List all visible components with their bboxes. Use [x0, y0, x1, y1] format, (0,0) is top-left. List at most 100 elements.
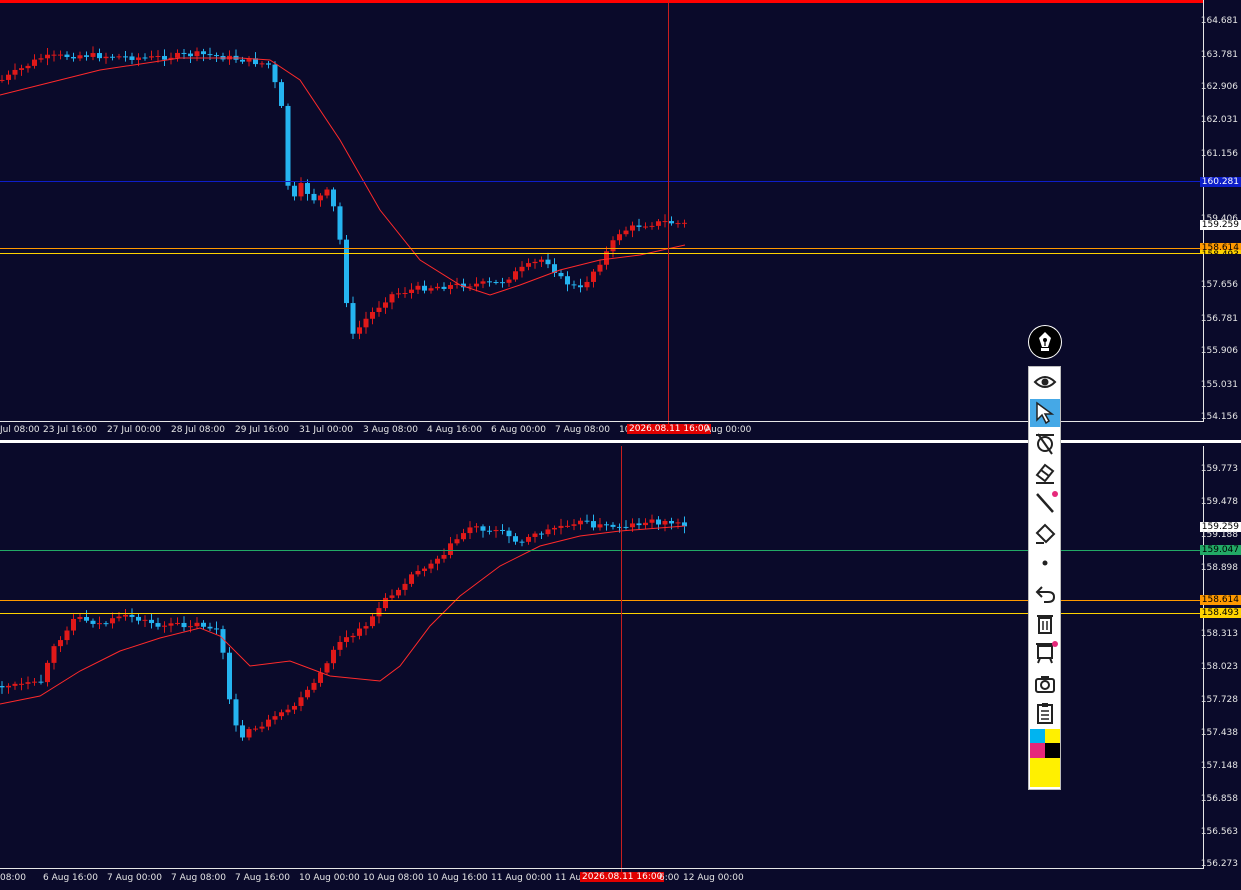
candle-body [363, 626, 369, 629]
candle-body [292, 185, 297, 197]
time-label: 3 Aug 08:00 [363, 425, 418, 435]
eye-button[interactable] [1030, 368, 1060, 396]
candle-body [461, 533, 466, 540]
candle-body [175, 52, 180, 58]
top-price-chart[interactable] [0, 0, 1204, 422]
candle-body [591, 271, 596, 282]
eye-icon [1033, 376, 1057, 388]
price-tick: 157.438 [1200, 728, 1238, 738]
price-tick: 163.781 [1200, 50, 1238, 60]
candle-body [214, 628, 219, 630]
candle-body [0, 79, 5, 81]
candle-body [188, 626, 193, 628]
clipboard-icon [1037, 703, 1053, 724]
candle-body [610, 240, 616, 252]
candle-body [565, 525, 570, 527]
candle-body [201, 622, 206, 627]
color-swatch-magenta[interactable] [1030, 743, 1045, 758]
candle-body [415, 570, 421, 575]
bottom-cursor-time-label: 2026.08.11 16:00 [580, 872, 665, 882]
candle-body [12, 683, 18, 686]
candle-body [214, 55, 219, 57]
candle-body [227, 652, 232, 700]
candle-body [584, 281, 590, 288]
candle-body [149, 56, 154, 58]
candle-body [552, 527, 557, 530]
price-tick: 158.023 [1200, 662, 1238, 672]
bottom-yellow-level-line[interactable] [0, 613, 1204, 614]
price-tick: 158.313 [1200, 629, 1238, 639]
top-yellow-level-line[interactable] [0, 253, 1204, 254]
color-swatch-yellow[interactable] [1045, 729, 1060, 743]
line-color-indicator [1052, 491, 1058, 497]
candle-body [350, 303, 356, 334]
orange-line-price-tag: 158.614 [1199, 595, 1241, 605]
clipboard-button[interactable] [1030, 699, 1060, 727]
candle-body [370, 616, 375, 627]
candle-body [51, 54, 57, 56]
candle-body [558, 525, 564, 528]
candle-body [162, 55, 167, 60]
candle-body [181, 622, 187, 628]
candle-body [662, 520, 668, 525]
candle-body [487, 530, 492, 532]
candle-body [409, 289, 414, 294]
candle-body [64, 54, 70, 58]
candle-body [285, 105, 291, 186]
drawing-toolbar-toggle[interactable] [1028, 325, 1062, 359]
top-orange-level-line[interactable] [0, 248, 1204, 249]
candle-body [51, 646, 57, 663]
candle-body [649, 225, 655, 227]
cursor-button[interactable] [1030, 399, 1060, 427]
clear-color-indicator [1052, 641, 1058, 647]
top-price-axis[interactable]: 164.681 163.781 162.906 162.031 161.156 … [1199, 0, 1241, 422]
candle-body [116, 56, 122, 58]
candle-body [402, 583, 408, 590]
candle-body [350, 635, 356, 638]
time-label: 7 Aug 16:00 [235, 873, 290, 883]
bottom-crosshair-vertical [621, 446, 622, 878]
candle-body [376, 307, 382, 312]
screenshot-button[interactable] [1030, 670, 1060, 698]
candle-body [545, 529, 551, 535]
selected-color-preview [1030, 758, 1060, 787]
candle-body [591, 521, 596, 528]
candle-body [474, 526, 479, 528]
price-tick: 159.478 [1200, 497, 1238, 507]
dot-button[interactable] [1030, 549, 1060, 577]
candle-body [480, 281, 486, 284]
candle-body [298, 183, 304, 197]
delete-button[interactable] [1030, 609, 1060, 637]
candle-body [12, 69, 18, 75]
candle-body [428, 288, 434, 291]
candle-body [532, 533, 538, 537]
color-swatch-black[interactable] [1045, 743, 1060, 758]
highlighter-button[interactable] [1030, 519, 1060, 547]
candle-body [279, 712, 284, 717]
time-label: 11 Au [555, 873, 582, 883]
price-tick: 161.156 [1200, 149, 1238, 159]
eraser-button[interactable] [1030, 459, 1060, 487]
candle-body [71, 618, 76, 631]
bottom-orange-level-line[interactable] [0, 600, 1204, 601]
undo-button[interactable] [1030, 579, 1060, 607]
candle-body [402, 293, 408, 295]
candle-body [292, 705, 297, 710]
candle-body [513, 271, 518, 280]
time-label: 7 Aug 08:00 [171, 873, 226, 883]
bottom-price-axis[interactable]: 159.773 159.478 159.259 159.188 159.047 … [1199, 446, 1241, 869]
candle-body [103, 56, 109, 59]
candle-body [500, 282, 505, 284]
candle-body [142, 619, 148, 621]
price-tick: 155.906 [1200, 346, 1238, 356]
candle-body [669, 520, 674, 524]
price-tick: 157.656 [1200, 280, 1238, 290]
color-swatch-cyan[interactable] [1030, 729, 1045, 743]
candle-body [129, 56, 135, 60]
bottom-green-level-line[interactable] [0, 550, 1204, 551]
candle-body [155, 623, 161, 627]
candle-body [19, 683, 24, 685]
bottom-price-chart[interactable] [0, 446, 1204, 868]
candle-body [597, 524, 603, 528]
crosshair-button[interactable] [1030, 429, 1060, 457]
